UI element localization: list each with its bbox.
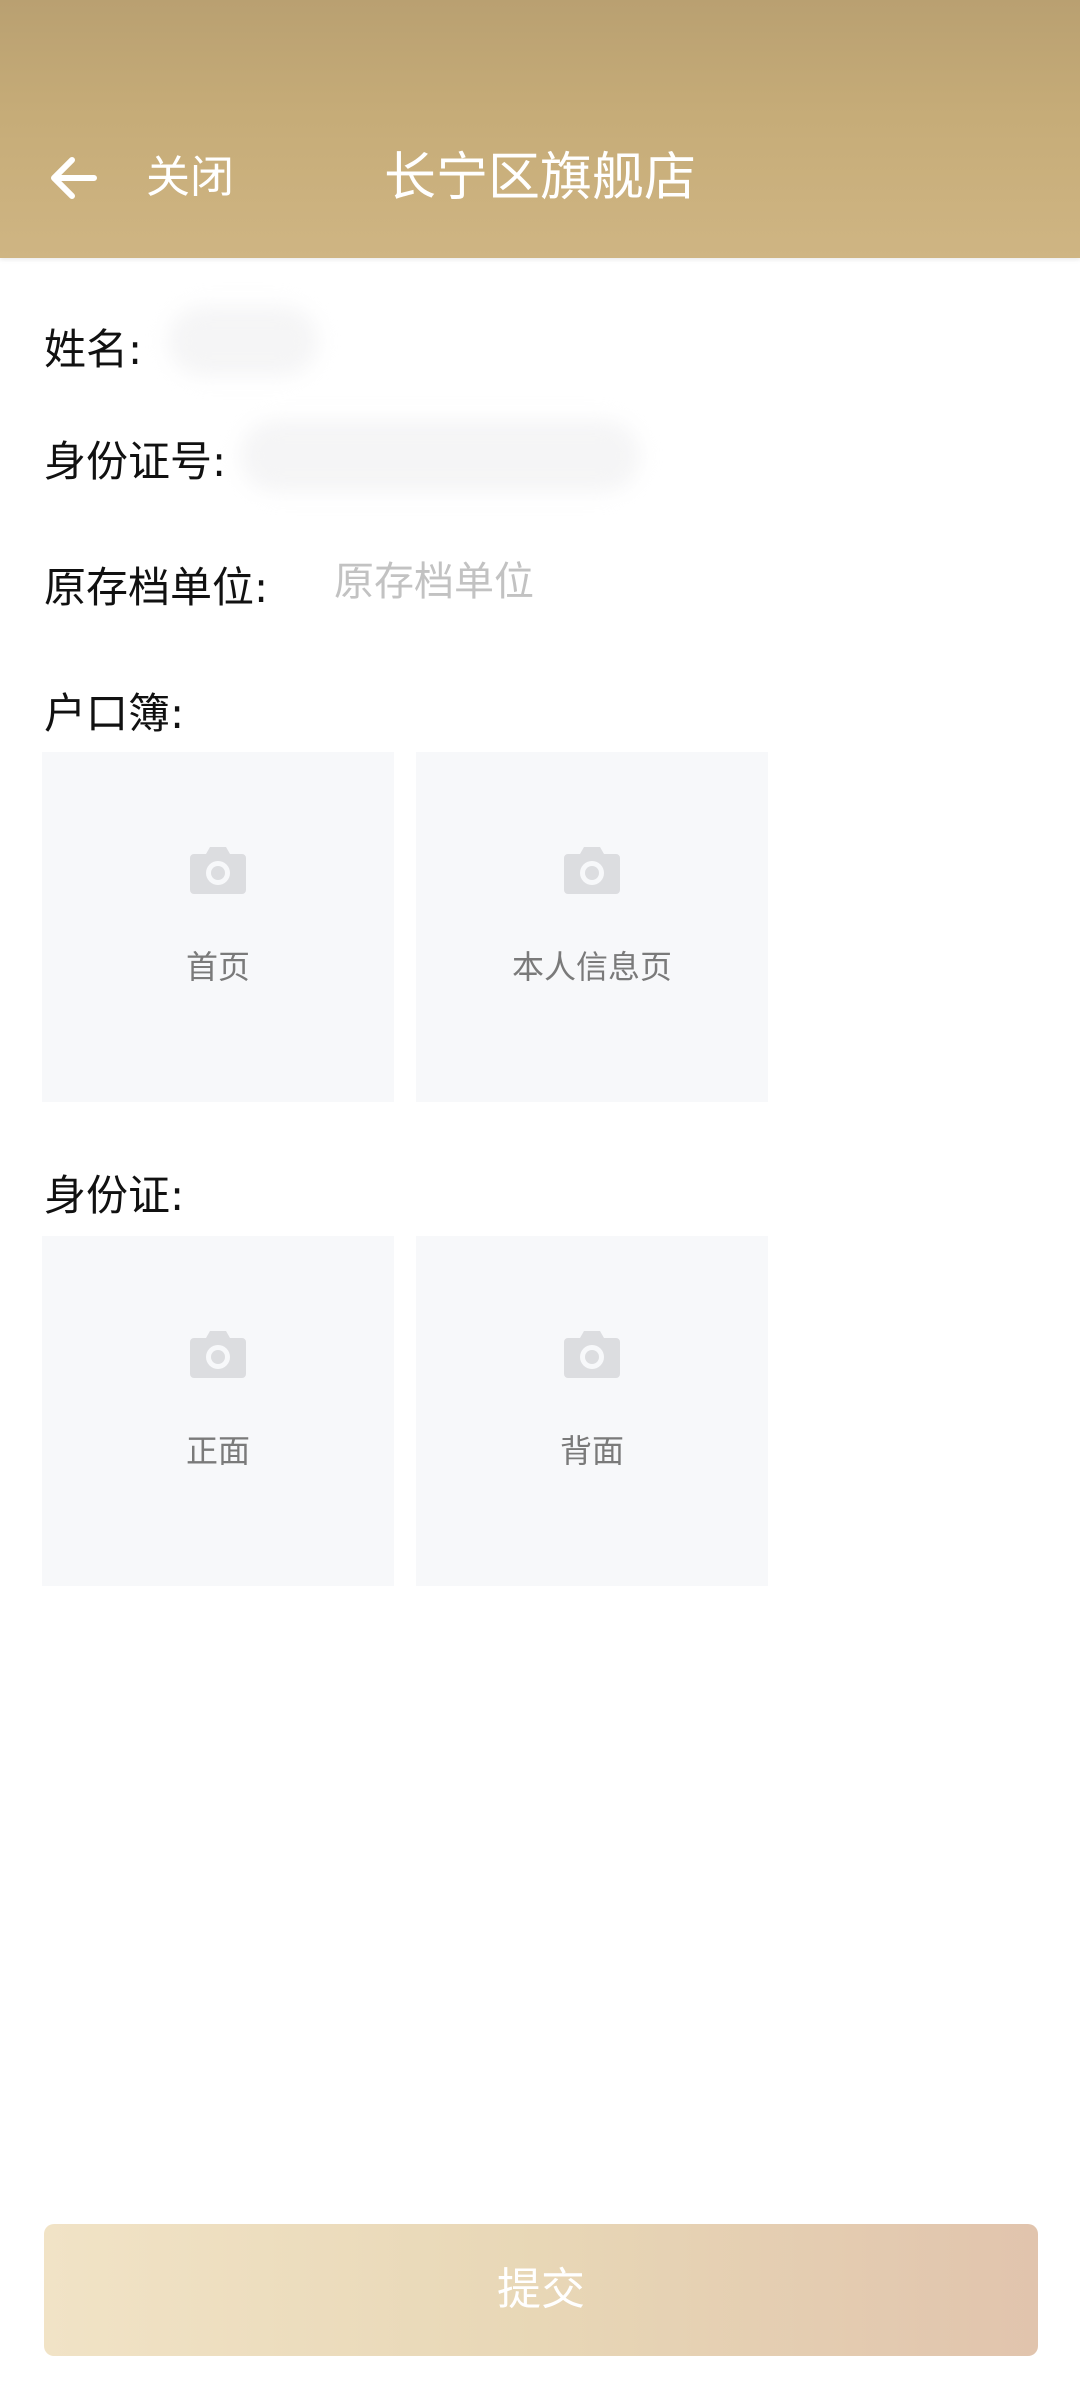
id-card-label: 身份证: <box>44 1171 185 1220</box>
household-front-page-upload[interactable]: 首页 <box>42 752 394 1102</box>
id-card-front-upload[interactable]: 正面 <box>42 1236 394 1586</box>
household-personal-page-upload[interactable]: 本人信息页 <box>416 752 768 1102</box>
name-label: 姓名: <box>44 325 143 374</box>
tile-label: 本人信息页 <box>511 948 672 986</box>
archive-unit-label: 原存档单位: <box>44 563 269 612</box>
camera-icon <box>190 1331 246 1378</box>
id-number-redaction <box>240 420 640 492</box>
camera-icon <box>190 847 246 894</box>
camera-icon <box>564 1331 620 1378</box>
id-number-label: 身份证号: <box>44 437 227 486</box>
tile-label: 背面 <box>559 1432 624 1470</box>
submit-button[interactable]: 提交 <box>44 2224 1038 2356</box>
page-title: 长宁区旗舰店 <box>383 148 696 208</box>
id-card-back-upload[interactable]: 背面 <box>416 1236 768 1586</box>
name-redaction <box>168 306 318 376</box>
archive-unit-input[interactable] <box>334 550 1014 614</box>
header-bar: 关闭 长宁区旗舰店 <box>0 0 1080 258</box>
tile-label: 首页 <box>185 948 250 986</box>
tile-label: 正面 <box>185 1432 250 1470</box>
household-register-label: 户口簿: <box>44 689 185 738</box>
camera-icon <box>564 847 620 894</box>
